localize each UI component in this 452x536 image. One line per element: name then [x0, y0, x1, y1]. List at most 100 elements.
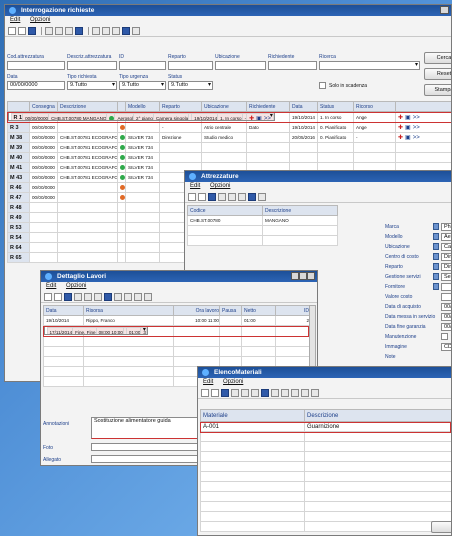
materiali-action-button[interactable] — [431, 521, 451, 533]
attach-icon[interactable]: ✚ — [398, 124, 403, 131]
manutenzione-checkbox[interactable] — [441, 333, 448, 340]
detail-field[interactable]: Phi — [441, 223, 451, 231]
copy-icon[interactable] — [74, 293, 82, 301]
document-icon[interactable]: ▣ — [256, 116, 262, 121]
maximize-icon[interactable] — [299, 272, 307, 280]
delete-icon[interactable] — [84, 293, 92, 301]
attach-icon[interactable]: ✚ — [249, 116, 254, 121]
filter-icon[interactable] — [94, 293, 102, 301]
document-icon[interactable]: ▣ — [405, 114, 411, 121]
table-row[interactable]: M 40 00/00/0000 CHB.ST.00781 ECOGRAFO SILVE… — [7, 152, 451, 163]
header-ora-lavoro[interactable]: Ora lavoro — [173, 305, 220, 316]
ubicazione-input[interactable] — [215, 61, 266, 70]
close-icon[interactable] — [307, 272, 315, 280]
id-input[interactable] — [119, 61, 166, 70]
cod-attrezzatura-input[interactable] — [7, 61, 65, 70]
save-icon[interactable] — [221, 389, 229, 397]
filter-icon[interactable] — [238, 193, 246, 201]
detail-field[interactable] — [441, 293, 451, 301]
menu-opzioni[interactable]: Opzioni — [30, 17, 50, 23]
first-icon[interactable] — [271, 389, 279, 397]
table-row[interactable]: R 3 00/00/0000 - Atrio centrale Dato 19/10/20… — [7, 122, 451, 133]
copy-icon[interactable] — [218, 193, 226, 201]
grid-icon[interactable] — [248, 193, 256, 201]
filter-icon[interactable] — [251, 389, 259, 397]
menu-opzioni[interactable]: Opzioni — [210, 183, 230, 189]
header-materiale[interactable]: Materiale — [200, 409, 305, 422]
detail-field[interactable]: Dire — [441, 263, 451, 271]
lookup-icon[interactable] — [433, 253, 439, 260]
tipo-richiesta-select[interactable]: 9.Tutto — [67, 81, 117, 90]
attach-icon[interactable]: ✚ — [398, 114, 403, 121]
first-icon[interactable] — [92, 27, 100, 35]
prev-icon[interactable] — [281, 389, 289, 397]
header-data[interactable]: Data — [43, 305, 84, 316]
menu-edit[interactable]: Edit — [10, 17, 20, 23]
detail-field[interactable]: Cam — [441, 243, 451, 251]
header-modello[interactable]: Modello — [125, 101, 160, 112]
table-row[interactable]: M 39 00/00/0000 CHB.ST.00781 ECOGRAFO SILVE… — [7, 142, 451, 153]
header-consegna[interactable]: Consegna — [29, 101, 58, 112]
detail-field[interactable]: 00/0 — [441, 323, 451, 331]
next-icon[interactable] — [112, 27, 120, 35]
minimize-icon[interactable] — [291, 272, 299, 280]
filter-icon[interactable] — [65, 27, 73, 35]
lookup-icon[interactable] — [433, 283, 439, 290]
first-icon[interactable] — [114, 293, 122, 301]
more-link[interactable]: >> — [413, 115, 420, 121]
header-risorsa[interactable]: Risorsa — [83, 305, 174, 316]
lookup-icon[interactable] — [433, 273, 439, 280]
detail-field[interactable]: CDF — [441, 343, 451, 351]
prev-icon[interactable] — [102, 27, 110, 35]
next-icon[interactable] — [134, 293, 142, 301]
header-ricorso[interactable]: Ricorso — [353, 101, 396, 112]
print-icon[interactable] — [311, 389, 319, 397]
save-icon[interactable] — [64, 293, 72, 301]
search-icon[interactable] — [188, 193, 196, 201]
search-icon[interactable] — [44, 293, 52, 301]
delete-icon[interactable] — [228, 193, 236, 201]
header-descrizione[interactable]: Descrizione — [262, 205, 338, 216]
grid-icon[interactable] — [261, 389, 269, 397]
detail-field[interactable]: Serv — [441, 273, 451, 281]
new-icon[interactable] — [198, 193, 206, 201]
table-row[interactable]: CHB.ST.00780 MANGANO — [187, 215, 338, 226]
table-row[interactable]: R 1 00/00/0000 CHB.ST.00780 MANGANO Aerosol… — [7, 112, 275, 121]
copy-icon[interactable] — [45, 27, 53, 35]
last-icon[interactable] — [301, 389, 309, 397]
copy-icon[interactable] — [231, 389, 239, 397]
print-icon[interactable] — [144, 293, 152, 301]
menu-opzioni[interactable]: Opzioni — [66, 283, 86, 289]
delete-icon[interactable] — [241, 389, 249, 397]
header-codice[interactable]: Codice — [187, 205, 263, 216]
last-icon[interactable] — [122, 27, 130, 35]
print-icon[interactable] — [132, 27, 140, 35]
delete-icon[interactable] — [55, 27, 63, 35]
menu-opzioni[interactable]: Opzioni — [223, 379, 243, 385]
table-row[interactable]: 17/11/2014 Fine, Fine 08:00 10:00 01:00 3 — [43, 326, 148, 335]
header-reparto[interactable]: Reparto — [159, 101, 202, 112]
header-descrizione[interactable]: Descrizione — [304, 409, 451, 422]
header-pausa[interactable]: Pausa — [219, 305, 242, 316]
search-icon[interactable] — [201, 389, 209, 397]
header-ubicazione[interactable]: Ubicazione — [201, 101, 247, 112]
detail-field[interactable]: 00/0 — [441, 303, 451, 311]
header-status[interactable]: Status — [317, 101, 354, 112]
detail-field[interactable]: Aer — [441, 233, 451, 241]
print-icon[interactable] — [258, 193, 266, 201]
save-icon[interactable] — [208, 193, 216, 201]
detail-field[interactable]: Dire — [441, 253, 451, 261]
table-row[interactable]: 19/10/2014 Rippo, Franco 10:00 11:00 01:00 2 — [43, 315, 310, 326]
detail-field[interactable]: 00/0 — [441, 313, 451, 321]
search-icon[interactable] — [8, 27, 16, 35]
prev-icon[interactable] — [124, 293, 132, 301]
grid-icon[interactable] — [75, 27, 83, 35]
new-icon[interactable] — [18, 27, 26, 35]
header-netto[interactable]: Netto — [241, 305, 276, 316]
new-icon[interactable] — [54, 293, 62, 301]
table-row[interactable]: M 38 00/00/0000 CHB.ST.00781 ECOGRAFO SILVE… — [7, 132, 451, 143]
more-link[interactable]: >> — [413, 125, 420, 131]
next-icon[interactable] — [291, 389, 299, 397]
more-link[interactable]: >> — [264, 116, 271, 121]
menu-edit[interactable]: Edit — [46, 283, 56, 289]
